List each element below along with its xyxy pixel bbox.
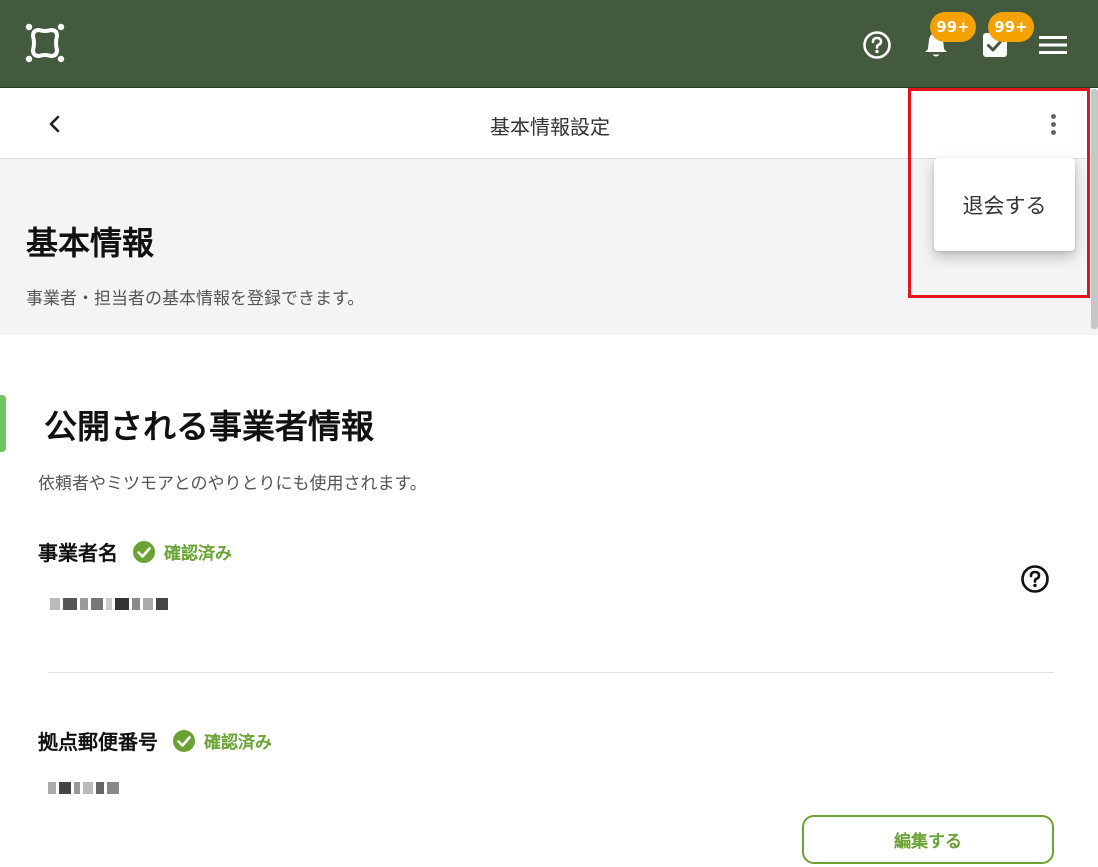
more-vertical-icon[interactable] <box>1038 107 1068 141</box>
menu-item-withdraw[interactable]: 退会する <box>963 190 1047 220</box>
check-circle-icon <box>133 540 155 563</box>
section-accent-bar <box>0 395 6 452</box>
task-count-badge: 99+ <box>988 12 1034 42</box>
verified-status: 確認済み <box>172 728 272 753</box>
divider <box>48 672 1054 673</box>
check-circle-icon <box>173 729 195 752</box>
help-circle-icon[interactable] <box>861 29 893 61</box>
redacted-postal-code <box>48 780 119 796</box>
verified-status-label: 確認済み <box>204 733 272 753</box>
page-title: 基本情報設定 <box>490 115 610 139</box>
hero-title: 基本情報 <box>26 224 155 262</box>
verified-status-label: 確認済み <box>164 544 232 564</box>
field-label: 事業者名 <box>38 541 118 565</box>
notification-count-badge: 99+ <box>930 12 976 42</box>
redacted-business-name <box>50 596 168 612</box>
hero-description: 事業者・担当者の基本情報を登録できます。 <box>26 289 365 309</box>
section-title: 公開される事業者情報 <box>44 407 374 446</box>
hamburger-menu-icon[interactable] <box>1036 31 1070 59</box>
section-description: 依頼者やミツモアとのやりとりにも使用されます。 <box>38 474 427 494</box>
app-logo-icon[interactable] <box>24 22 66 64</box>
verified-status: 確認済み <box>132 539 232 564</box>
help-circle-icon[interactable] <box>1019 563 1051 595</box>
scrollbar[interactable] <box>1091 89 1098 329</box>
page-header: 基本情報設定 <box>0 89 1098 159</box>
field-business-name: 事業者名 確認済み <box>38 537 232 566</box>
field-label: 拠点郵便番号 <box>38 730 158 754</box>
edit-button[interactable]: 編集する <box>802 815 1054 864</box>
field-postal-code: 拠点郵便番号 確認済み <box>38 726 272 755</box>
top-app-bar: 99+ 99+ <box>0 0 1098 88</box>
more-menu-dropdown: 退会する <box>934 158 1075 251</box>
